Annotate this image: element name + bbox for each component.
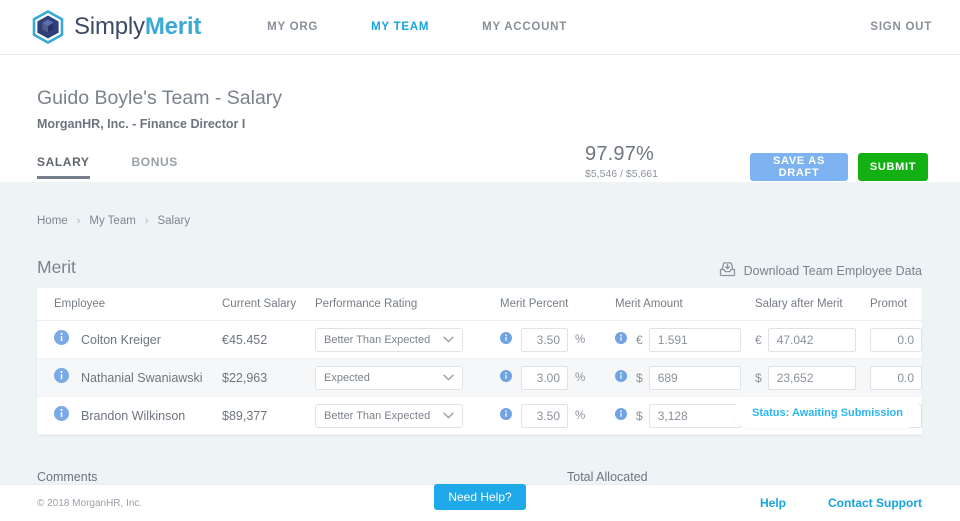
merit-percent-info-icon[interactable] bbox=[500, 407, 512, 425]
performance-rating-select[interactable]: Expected bbox=[315, 366, 463, 390]
salary-after-merit-currency: € bbox=[755, 333, 762, 347]
brand-logo[interactable]: SimplyMerit bbox=[31, 10, 201, 44]
performance-rating-select[interactable]: Better Than Expected bbox=[315, 404, 463, 428]
merit-amount-info-icon[interactable] bbox=[615, 369, 627, 387]
breadcrumb-item-my-team[interactable]: My Team bbox=[89, 215, 135, 227]
tab-salary[interactable]: SALARY bbox=[37, 155, 90, 179]
column-header-employee: Employee bbox=[37, 298, 222, 310]
sign-out-link[interactable]: SIGN OUT bbox=[870, 21, 932, 33]
promotion-input[interactable]: 0.0 bbox=[870, 366, 922, 390]
percent-symbol: % bbox=[575, 410, 585, 422]
content-area: Home › My Team › Salary Merit Download T… bbox=[0, 182, 960, 521]
merit-amount-input[interactable]: 1.591 bbox=[649, 328, 741, 352]
breadcrumb-item-home[interactable]: Home bbox=[37, 215, 68, 227]
status-badge: Status: Awaiting Submission bbox=[734, 398, 921, 428]
column-header-merit-amount: Merit Amount bbox=[615, 298, 755, 310]
comments-label: Comments bbox=[37, 470, 97, 484]
total-allocated-label: Total Allocated bbox=[567, 470, 648, 484]
breadcrumb-separator: › bbox=[145, 215, 149, 227]
percent-symbol: % bbox=[575, 334, 585, 346]
chevron-down-icon bbox=[443, 410, 454, 422]
app-page: SimplyMerit MY ORG MY TEAM MY ACCOUNT SI… bbox=[0, 0, 960, 521]
top-navigation-bar: SimplyMerit MY ORG MY TEAM MY ACCOUNT SI… bbox=[0, 0, 960, 55]
chevron-down-icon bbox=[443, 334, 454, 346]
salary-after-merit-input[interactable]: 47.042 bbox=[768, 328, 856, 352]
breadcrumb: Home › My Team › Salary bbox=[37, 215, 190, 227]
merit-amount-currency: € bbox=[636, 333, 643, 347]
need-help-button[interactable]: Need Help? bbox=[434, 484, 526, 510]
save-as-draft-button[interactable]: SAVE AS DRAFT bbox=[750, 153, 848, 181]
brand-name-bold: Merit bbox=[145, 13, 201, 40]
table-header-row: Employee Current Salary Performance Rati… bbox=[37, 288, 922, 321]
table-row: Colton Kreiger €45.452 Better Than Expec… bbox=[37, 321, 922, 359]
employee-name: Nathanial Swaniawski bbox=[81, 371, 203, 385]
download-link-label: Download Team Employee Data bbox=[744, 264, 922, 278]
info-icon[interactable] bbox=[54, 406, 69, 426]
merit-percent-info-icon[interactable] bbox=[500, 369, 512, 387]
page-title: Guido Boyle's Team - Salary bbox=[37, 87, 282, 110]
percent-symbol: % bbox=[575, 372, 585, 384]
merit-amount-info-icon[interactable] bbox=[615, 407, 627, 425]
allocation-percent: 97.97% bbox=[585, 143, 730, 166]
column-header-promotion: Promot bbox=[870, 298, 922, 310]
current-salary-value: $22,963 bbox=[222, 371, 267, 385]
column-header-performance-rating: Performance Rating bbox=[315, 298, 500, 310]
current-salary-value: €45.452 bbox=[222, 333, 267, 347]
performance-rating-select[interactable]: Better Than Expected bbox=[315, 328, 463, 352]
performance-rating-value: Better Than Expected bbox=[324, 410, 439, 422]
column-header-current-salary: Current Salary bbox=[222, 298, 315, 310]
allocation-amounts: $5,546 / $5,661 bbox=[585, 168, 730, 180]
current-salary-value: $89,377 bbox=[222, 409, 267, 423]
info-icon[interactable] bbox=[54, 330, 69, 350]
help-link[interactable]: Help bbox=[760, 496, 786, 510]
submit-button[interactable]: SUBMIT bbox=[858, 153, 928, 181]
chevron-down-icon bbox=[443, 372, 454, 384]
merit-section-title: Merit bbox=[37, 257, 76, 278]
column-header-salary-after-merit: Salary after Merit bbox=[755, 298, 870, 310]
copyright-text: © 2018 MorganHR, Inc. bbox=[37, 498, 142, 509]
info-icon[interactable] bbox=[54, 368, 69, 388]
brand-name: SimplyMerit bbox=[74, 13, 201, 41]
contact-support-link[interactable]: Contact Support bbox=[828, 496, 922, 510]
table-row: Nathanial Swaniawski $22,963 Expected bbox=[37, 359, 922, 397]
nav-link-my-account[interactable]: MY ACCOUNT bbox=[482, 21, 567, 33]
promotion-input[interactable]: 0.0 bbox=[870, 328, 922, 352]
merit-percent-input[interactable]: 3.50 bbox=[521, 404, 568, 428]
merit-amount-input[interactable]: 3,128 bbox=[649, 404, 741, 428]
page-subtitle: MorganHR, Inc. - Finance Director I bbox=[37, 117, 245, 131]
column-header-merit-percent: Merit Percent bbox=[500, 298, 615, 310]
merit-amount-currency: $ bbox=[636, 371, 643, 385]
merit-percent-input[interactable]: 3.50 bbox=[521, 328, 568, 352]
breadcrumb-item-salary[interactable]: Salary bbox=[157, 215, 190, 227]
merit-percent-input[interactable]: 3.00 bbox=[521, 366, 568, 390]
merit-percent-info-icon[interactable] bbox=[500, 331, 512, 349]
section-tabs: SALARY BONUS bbox=[37, 155, 220, 179]
salary-after-merit-currency: $ bbox=[755, 371, 762, 385]
nav-link-my-org[interactable]: MY ORG bbox=[267, 21, 318, 33]
tab-bonus[interactable]: BONUS bbox=[132, 155, 178, 179]
merit-amount-info-icon[interactable] bbox=[615, 331, 627, 349]
download-tray-icon bbox=[719, 261, 744, 280]
breadcrumb-separator: › bbox=[77, 215, 81, 227]
download-team-employee-data-link[interactable]: Download Team Employee Data bbox=[719, 261, 922, 280]
merit-amount-input[interactable]: 689 bbox=[649, 366, 741, 390]
salary-after-merit-input[interactable]: 23,652 bbox=[768, 366, 856, 390]
hexagon-cube-logo-icon bbox=[31, 10, 65, 44]
brand-name-light: Simply bbox=[74, 13, 145, 40]
footer-links: Help Contact Support bbox=[760, 496, 922, 510]
performance-rating-value: Better Than Expected bbox=[324, 334, 439, 346]
primary-nav-links: MY ORG MY TEAM MY ACCOUNT bbox=[267, 21, 620, 33]
performance-rating-value: Expected bbox=[324, 372, 439, 384]
merit-amount-currency: $ bbox=[636, 409, 643, 423]
employee-name: Brandon Wilkinson bbox=[81, 409, 185, 423]
employee-name: Colton Kreiger bbox=[81, 333, 161, 347]
page-header: Guido Boyle's Team - Salary MorganHR, In… bbox=[0, 55, 960, 182]
nav-link-my-team[interactable]: MY TEAM bbox=[371, 21, 429, 33]
